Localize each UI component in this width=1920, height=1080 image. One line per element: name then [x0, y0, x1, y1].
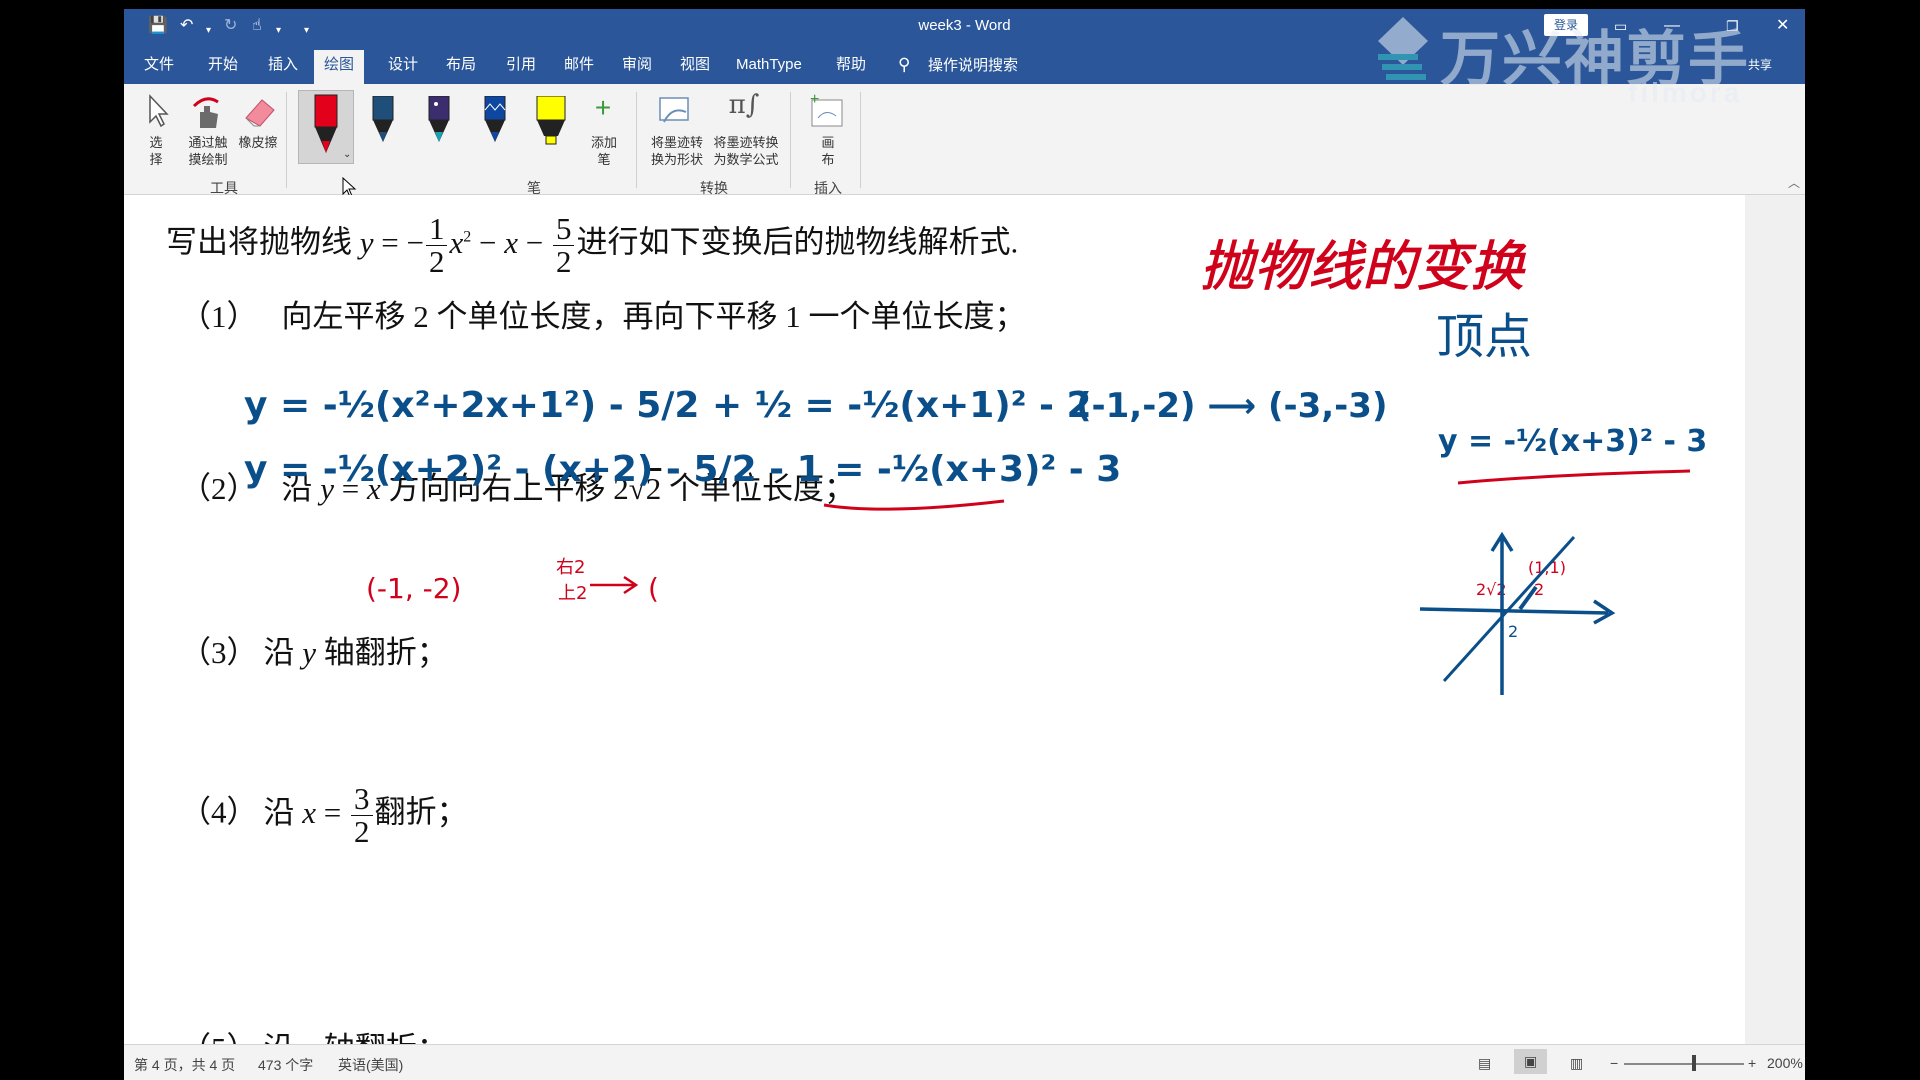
ink-item2-arrow-top: 右2	[556, 557, 585, 578]
zoom-slider[interactable]	[1624, 1063, 1744, 1065]
zoom-out-icon[interactable]: −	[1610, 1055, 1618, 1071]
filmora-logo-icon	[1378, 17, 1428, 80]
ink-red-arrow	[590, 575, 639, 595]
ink-work-line-2: y = -½(x+2)² - (x+2) - 5/2 - 1 = -½(x+3)…	[244, 449, 1121, 490]
ink-item2-point: (-1, -2)	[366, 572, 461, 605]
status-page[interactable]: 第 4 页，共 4 页	[134, 1055, 235, 1075]
tab-home[interactable]: 开始	[204, 53, 242, 81]
red-pen-icon: ⌄	[314, 94, 351, 160]
tab-layout[interactable]: 布局	[442, 53, 480, 81]
pen-navy[interactable]	[480, 95, 510, 161]
touch-draw-label: 通过触 摸绘制	[188, 135, 228, 167]
hand-draw-icon	[192, 97, 219, 128]
zoom-in-icon[interactable]: +	[1748, 1055, 1756, 1071]
word-window: 💾 ↶ ▾ ↻ ☝ ▾ ▾ week3 - Word 登录 ▭ — ❐ ✕ 文件…	[124, 9, 1805, 1080]
svg-text:⌄: ⌄	[343, 149, 351, 160]
ink-red-underline	[823, 499, 1005, 511]
status-words[interactable]: 473 个字	[258, 1055, 313, 1075]
add-pen-label[interactable]: 添加 笔	[580, 134, 628, 168]
touch-draw-button[interactable]	[188, 92, 228, 132]
ink-to-shape-icon	[659, 97, 689, 123]
select-tool-label: 选 择	[149, 135, 163, 167]
zoom-slider-thumb[interactable]	[1692, 1055, 1696, 1071]
group-separator	[790, 92, 791, 188]
watermark: 万兴神剪手 filmora	[1368, 11, 1805, 111]
canvas-label: 画 布	[821, 135, 835, 167]
ink-to-shape-button[interactable]	[656, 92, 696, 132]
eraser-label: 橡皮擦	[238, 135, 278, 150]
lightbulb-icon[interactable]: ⚲	[894, 53, 914, 81]
document-area: 写出将抛物线 y = −1 2 x2 − x − 5 2 进行如下变换后的抛物线解析式.…	[124, 195, 1805, 1066]
eraser-icon	[245, 99, 275, 127]
ink-blue-strokes: 顶点 (-1,-2) ⟶ (-3,-3) y = -½(x+3)² - 3 y …	[244, 309, 1707, 695]
tab-mathtype[interactable]: MathType	[732, 53, 806, 81]
tab-draw[interactable]: 绘图	[314, 50, 365, 84]
ink-item2-arrow-bottom: 上2	[558, 583, 587, 604]
collapse-ribbon-icon[interactable]: ︿	[1788, 174, 1800, 191]
document-page[interactable]: 写出将抛物线 y = −1 2 x2 − x − 5 2 进行如下变换后的抛物线解析式.…	[124, 195, 1745, 1066]
group-separator	[860, 92, 861, 188]
ink-item2-open-paren: (	[648, 572, 659, 605]
group-separator	[636, 92, 637, 188]
tab-mailings[interactable]: 邮件	[560, 53, 598, 81]
ink-to-shape-label: 将墨迹转 换为形状	[650, 135, 703, 167]
tab-help[interactable]: 帮助	[832, 53, 870, 81]
ink-result-eq: y = -½(x+3)² - 3	[1438, 424, 1707, 459]
blue-pen-icon	[372, 95, 394, 142]
pen-dark-blue[interactable]	[368, 95, 398, 161]
tab-view[interactable]: 视图	[676, 53, 714, 81]
ink-red-underline-2	[1457, 469, 1691, 485]
tab-design[interactable]: 设计	[384, 53, 422, 81]
status-language[interactable]: 英语(美国)	[338, 1055, 403, 1075]
tell-me-search[interactable]: 操作说明搜索	[928, 54, 1018, 75]
ink-work-line-1: y = -½(x²+2x+1²) - 5/2 + ½ = -½(x+1)² - …	[244, 385, 1092, 426]
tab-references[interactable]: 引用	[502, 53, 540, 81]
ink-title: 抛物线的变换	[1200, 235, 1526, 298]
read-mode-icon[interactable]: ▤	[1478, 1055, 1491, 1072]
galaxy-pen-icon	[428, 95, 450, 142]
select-tool-button[interactable]	[144, 92, 172, 132]
drawing-canvas-button[interactable]: +	[808, 90, 848, 130]
ink-graph-label-d: 2	[1508, 622, 1518, 641]
pen-red-selected[interactable]: ⌄	[298, 90, 354, 164]
ink-mapping: (-1,-2) ⟶ (-3,-3)	[1076, 386, 1387, 426]
ink-to-math-label: 将墨迹转换 为数学公式	[713, 135, 779, 167]
add-pen-icon[interactable]: +	[588, 94, 618, 124]
cursor-arrow-icon	[149, 94, 169, 128]
canvas-icon: +	[810, 91, 843, 127]
status-bar: 第 4 页，共 4 页 473 个字 英语(美国) ▤ ▣ ▥ − + 200%	[124, 1044, 1805, 1080]
watermark-brand-en: filmora	[1628, 77, 1743, 108]
web-layout-icon[interactable]: ▥	[1570, 1055, 1583, 1072]
ink-layer: 抛物线的变换 (-1, -2) 右2 上2 ( 2√2 (1,1) 2 顶点 (…	[244, 235, 1707, 695]
ink-to-math-icon[interactable]: π∫	[722, 90, 766, 134]
ink-vertex-label: 顶点	[1436, 309, 1532, 365]
navy-pen-icon	[484, 95, 506, 142]
svg-text:+: +	[810, 91, 819, 108]
ink-x-axis	[1419, 599, 1616, 625]
highlighter-yellow[interactable]	[534, 95, 568, 161]
zoom-level[interactable]: 200%	[1767, 1055, 1803, 1071]
highlighter-icon	[536, 95, 566, 145]
vertical-scrollbar[interactable]	[1745, 195, 1805, 1044]
pen-galaxy[interactable]	[424, 95, 454, 161]
group-separator	[286, 92, 287, 188]
eraser-button[interactable]	[238, 92, 278, 132]
tab-insert[interactable]: 插入	[264, 53, 302, 81]
tab-review[interactable]: 审阅	[618, 53, 656, 81]
print-layout-icon[interactable]: ▣	[1514, 1049, 1548, 1074]
tab-file[interactable]: 文件	[140, 53, 178, 81]
